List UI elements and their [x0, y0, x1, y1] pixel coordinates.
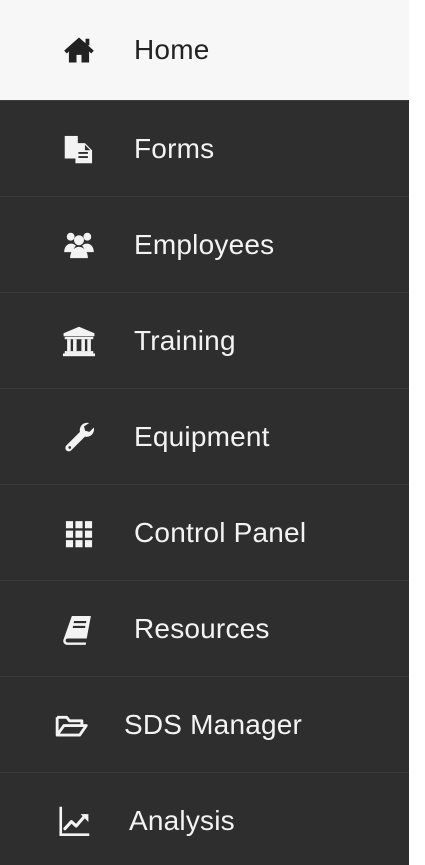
home-icon [58, 29, 100, 71]
sidebar-item-label: Home [134, 34, 210, 65]
sidebar: Home Forms Employees Training Equipment … [0, 0, 425, 865]
sidebar-menu: Home Forms Employees Training Equipment … [0, 0, 409, 865]
chart-line-icon [54, 800, 96, 842]
book-icon [58, 608, 100, 650]
page-edge [409, 100, 425, 865]
sidebar-item-label: Analysis [129, 804, 235, 836]
sidebar-item-label: Forms [134, 132, 215, 164]
sidebar-item-label: Training [134, 324, 236, 356]
sidebar-item-analysis[interactable]: Analysis [0, 772, 409, 865]
folder-open-icon [51, 704, 93, 746]
sidebar-item-resources[interactable]: Resources [0, 580, 409, 676]
wrench-icon [58, 416, 100, 458]
sidebar-item-control-panel[interactable]: Control Panel [0, 484, 409, 580]
sidebar-item-label: Equipment [134, 420, 270, 452]
employees-icon [58, 224, 100, 266]
forms-icon [58, 128, 100, 170]
sidebar-item-training[interactable]: Training [0, 292, 409, 388]
grid-icon [58, 512, 100, 554]
sidebar-item-sds-manager[interactable]: SDS Manager [0, 676, 409, 772]
sidebar-item-label: Control Panel [134, 516, 307, 548]
sidebar-item-equipment[interactable]: Equipment [0, 388, 409, 484]
sidebar-item-label: SDS Manager [124, 708, 303, 740]
sidebar-item-forms[interactable]: Forms [0, 100, 409, 196]
sidebar-item-employees[interactable]: Employees [0, 196, 409, 292]
sidebar-item-home[interactable]: Home [0, 0, 409, 100]
sidebar-item-label: Resources [134, 612, 270, 644]
sidebar-item-label: Employees [134, 228, 275, 260]
training-icon [58, 320, 100, 362]
